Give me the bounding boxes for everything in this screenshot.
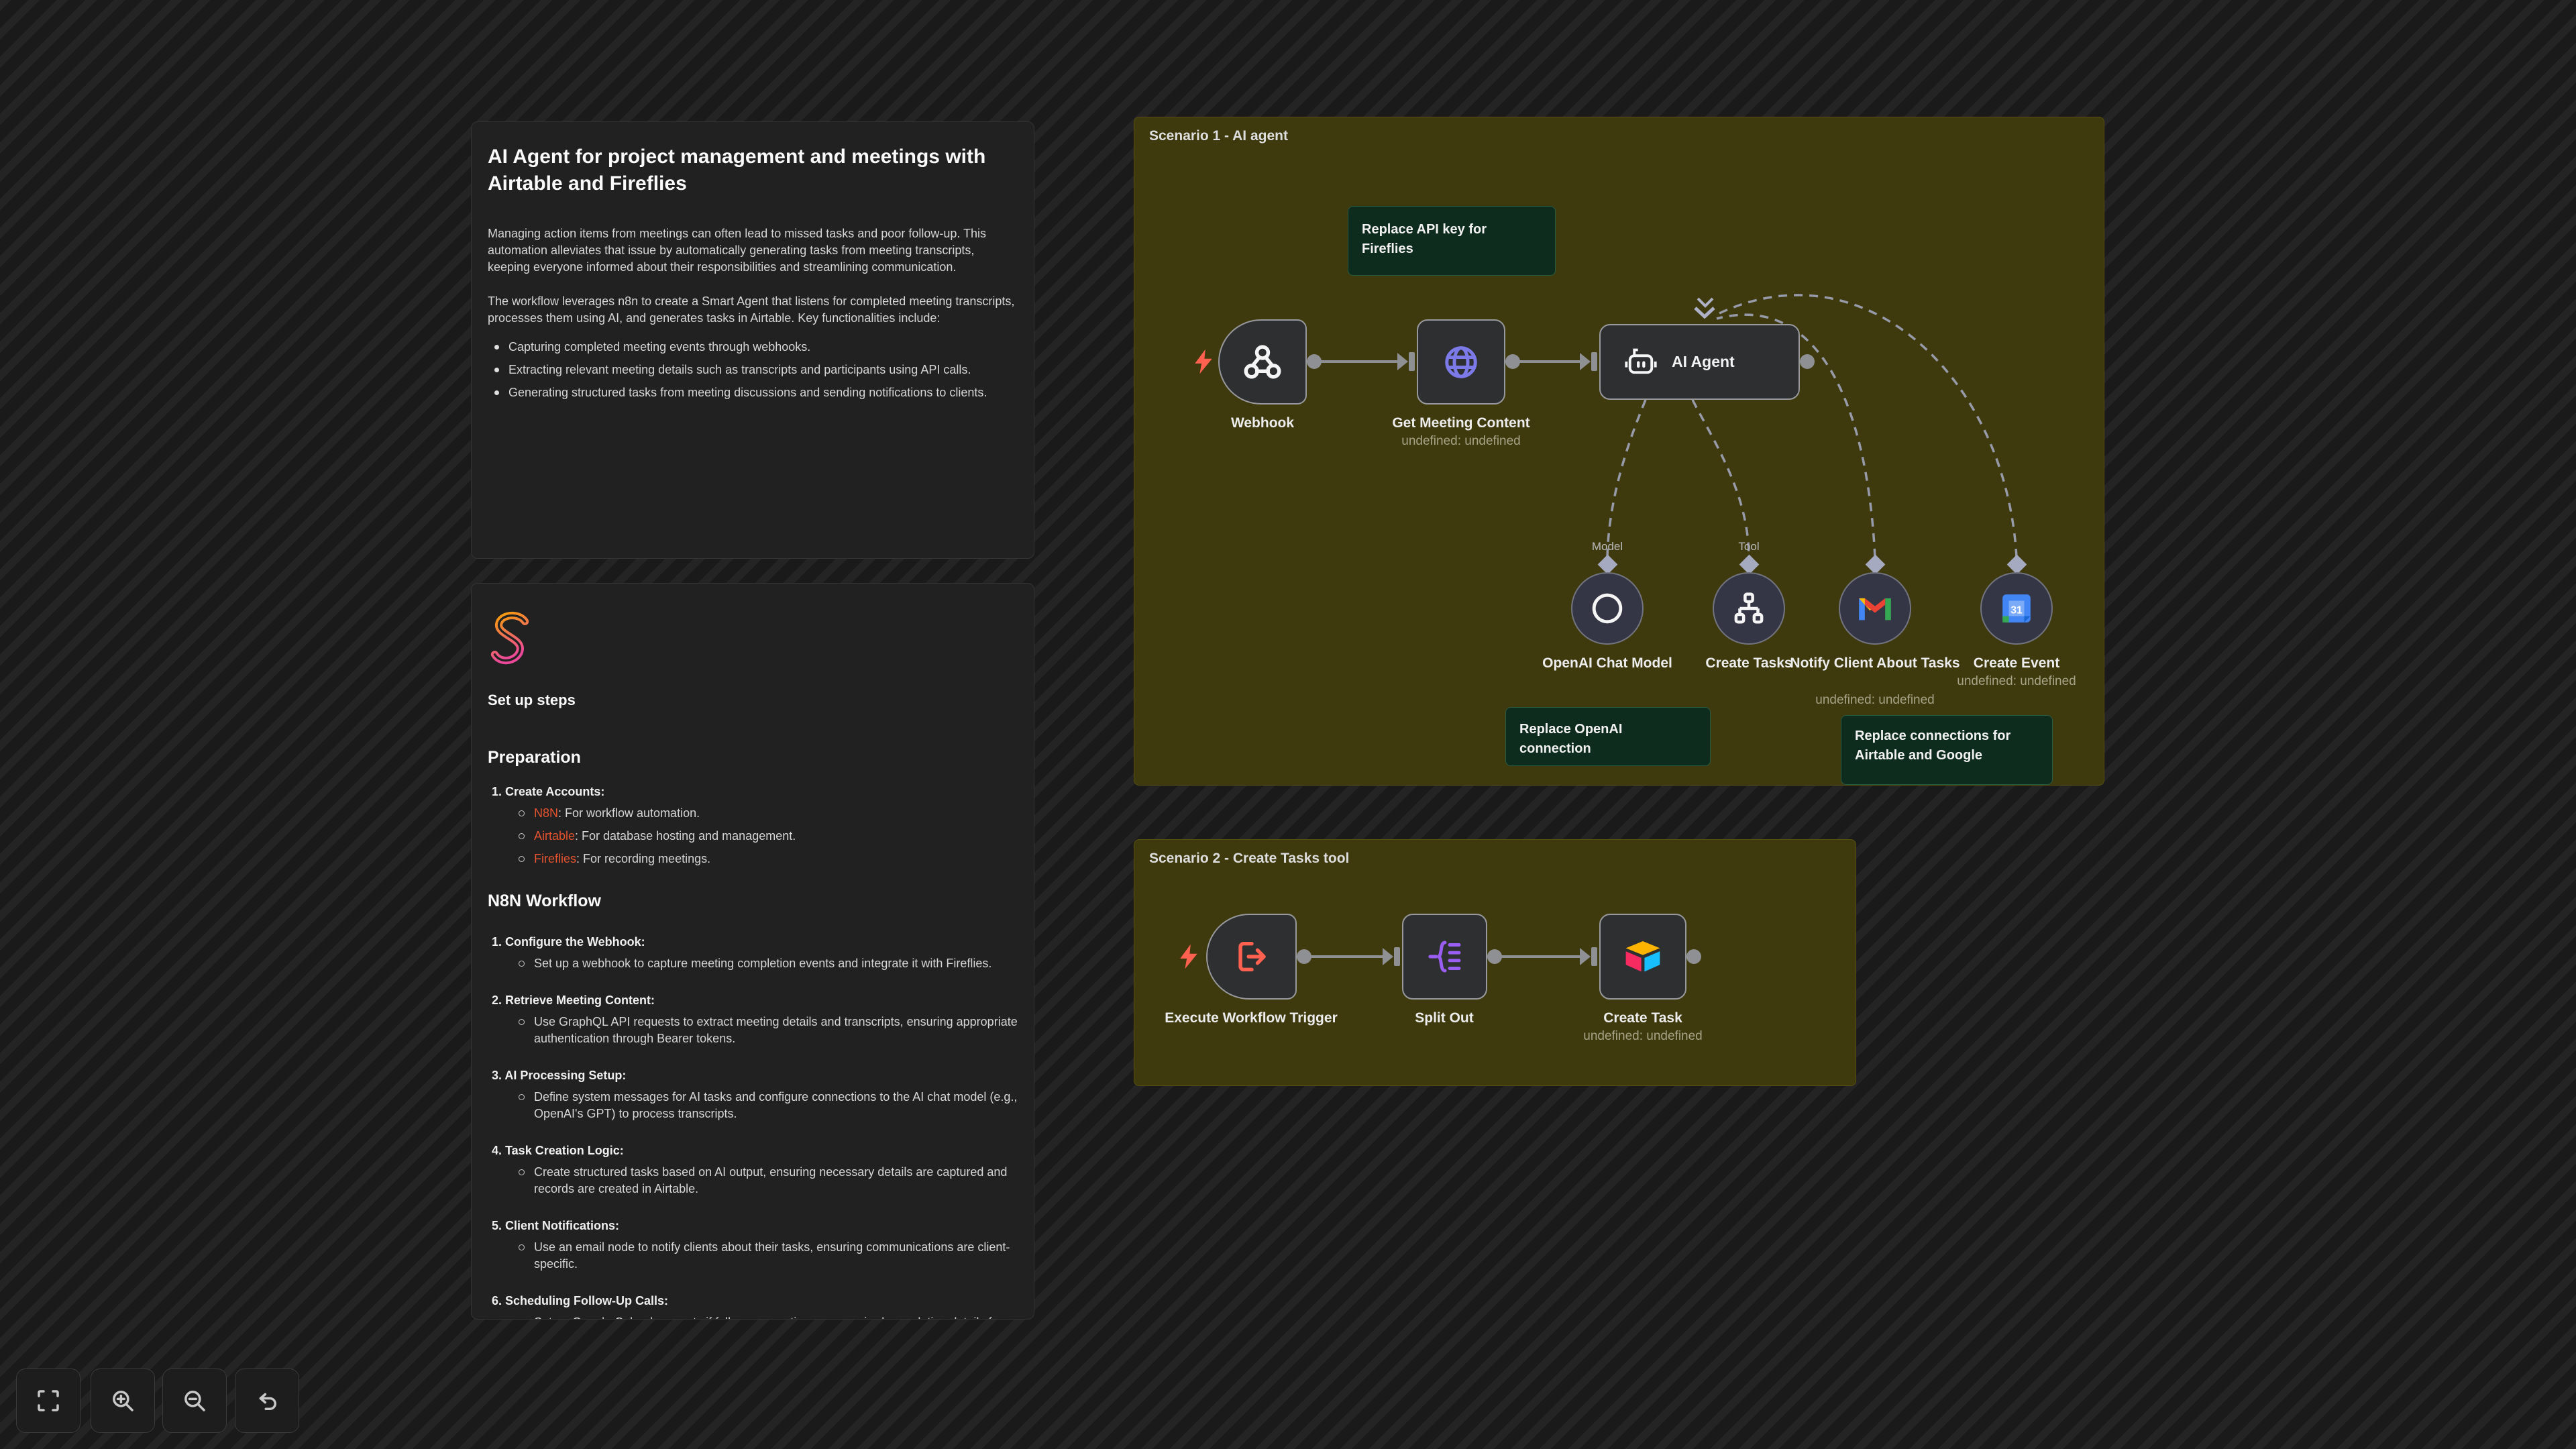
split-out-icon bbox=[1426, 938, 1464, 975]
node-webhook[interactable] bbox=[1218, 319, 1307, 405]
workflow-step: 4. Task Creation Logic: Create structure… bbox=[488, 1142, 1018, 1197]
node-create-event[interactable]: 31 bbox=[1980, 572, 2053, 645]
template-title: AI Agent for project management and meet… bbox=[488, 144, 1018, 197]
zoom-in-icon bbox=[109, 1387, 137, 1415]
description-paragraph-1: Managing action items from meetings can … bbox=[488, 225, 1018, 276]
undo-icon bbox=[253, 1387, 281, 1415]
sitemap-icon bbox=[1731, 590, 1767, 627]
list-item: Generating structured tasks from meeting… bbox=[488, 384, 1018, 401]
trigger-bolt-icon bbox=[1177, 943, 1200, 970]
fireflies-link[interactable]: Fireflies bbox=[534, 852, 576, 865]
scenario1-title: Scenario 1 - AI agent bbox=[1149, 128, 1288, 144]
node-sublabel: undefined: undefined bbox=[1401, 434, 1521, 449]
node-sublabel: undefined: undefined bbox=[1815, 693, 1935, 708]
list-item: Create structured tasks based on AI outp… bbox=[519, 1164, 1018, 1197]
bullet-icon bbox=[494, 368, 499, 372]
globe-icon bbox=[1441, 342, 1481, 382]
sticky-replace-fireflies-key[interactable]: Replace API key for Fireflies bbox=[1348, 206, 1556, 276]
node-label: AI Agent bbox=[1672, 353, 1735, 371]
gmail-icon bbox=[1858, 595, 1892, 622]
node-label: Get Meeting Content bbox=[1392, 414, 1529, 432]
n8n-template-preview-canvas: { "colors":{ "canvas_stripe_light":"#242… bbox=[0, 0, 2576, 1449]
circle-bullet-icon bbox=[519, 1019, 525, 1025]
node-split-out[interactable] bbox=[1402, 914, 1487, 1000]
openai-icon bbox=[1589, 590, 1626, 627]
circle-bullet-icon bbox=[519, 961, 525, 967]
list-item: Use an email node to notify clients abou… bbox=[519, 1239, 1018, 1273]
trigger-bolt-icon bbox=[1192, 348, 1215, 375]
node-sublabel: undefined: undefined bbox=[1583, 1029, 1703, 1044]
node-label: OpenAI Chat Model bbox=[1542, 654, 1672, 672]
fullscreen-icon bbox=[34, 1387, 62, 1415]
bullet-icon bbox=[494, 345, 499, 350]
brand-s-logo-icon bbox=[489, 610, 1018, 669]
description-sticky-note[interactable]: AI Agent for project management and meet… bbox=[471, 121, 1034, 559]
node-label: Split Out bbox=[1415, 1009, 1474, 1027]
svg-text:31: 31 bbox=[2010, 604, 2023, 616]
n8n-link[interactable]: N8N bbox=[534, 806, 558, 820]
node-openai-chat-model[interactable] bbox=[1571, 572, 1644, 645]
list-item: Extracting relevant meeting details such… bbox=[488, 362, 1018, 378]
node-label: Webhook bbox=[1231, 414, 1294, 432]
workflow-step: 6. Scheduling Follow-Up Calls: Set up Go… bbox=[488, 1293, 1018, 1320]
list-item: Airtable: For database hosting and manag… bbox=[519, 828, 1018, 845]
node-create-task[interactable] bbox=[1599, 914, 1686, 1000]
zoom-out-button[interactable] bbox=[162, 1368, 227, 1433]
zoom-out-icon bbox=[180, 1387, 209, 1415]
webhook-icon bbox=[1243, 343, 1282, 382]
node-label: Notify Client About Tasks bbox=[1774, 654, 1976, 672]
workflow-heading: N8N Workflow bbox=[488, 892, 1018, 911]
robot-icon bbox=[1623, 345, 1658, 380]
scenario1-sticky-note[interactable]: Scenario 1 - AI agent Replace API key fo… bbox=[1134, 117, 2104, 786]
bullet-icon bbox=[494, 390, 499, 395]
node-ai-agent[interactable]: AI Agent bbox=[1599, 324, 1800, 400]
sticky-replace-openai-connection[interactable]: Replace OpenAI connection bbox=[1505, 707, 1711, 766]
zoom-in-button[interactable] bbox=[91, 1368, 155, 1433]
setup-steps-sticky-note[interactable]: Set up steps Preparation 1. Create Accou… bbox=[471, 583, 1034, 1320]
scenario2-title: Scenario 2 - Create Tasks tool bbox=[1149, 851, 1349, 867]
node-get-meeting-content[interactable] bbox=[1417, 319, 1505, 405]
feature-bullet-list: Capturing completed meeting events throu… bbox=[488, 339, 1018, 401]
workflow-step: 5. Client Notifications: Use an email no… bbox=[488, 1218, 1018, 1273]
circle-bullet-icon bbox=[519, 1169, 525, 1175]
reset-view-button[interactable] bbox=[235, 1368, 299, 1433]
node-label: Create Event bbox=[1974, 654, 2059, 672]
workflow-step: 3. AI Processing Setup: Define system me… bbox=[488, 1067, 1018, 1122]
node-execute-workflow-trigger[interactable] bbox=[1206, 914, 1297, 1000]
port-label-tool: Tool bbox=[1738, 540, 1759, 553]
node-sublabel: undefined: undefined bbox=[1957, 674, 2076, 689]
execute-workflow-icon bbox=[1232, 937, 1271, 976]
airtable-link[interactable]: Airtable bbox=[534, 829, 575, 843]
google-calendar-icon: 31 bbox=[2000, 592, 2033, 625]
list-item: N8N: For workflow automation. bbox=[519, 805, 1018, 822]
port-label-model: Model bbox=[1592, 540, 1623, 553]
description-paragraph-2: The workflow leverages n8n to create a S… bbox=[488, 293, 1018, 327]
list-item: Fireflies: For recording meetings. bbox=[519, 851, 1018, 867]
circle-bullet-icon bbox=[519, 1244, 525, 1250]
list-item: Capturing completed meeting events throu… bbox=[488, 339, 1018, 356]
list-item: Use GraphQL API requests to extract meet… bbox=[519, 1014, 1018, 1047]
setup-heading: Set up steps bbox=[488, 692, 1018, 709]
circle-bullet-icon bbox=[519, 810, 525, 816]
workflow-step: 1. Configure the Webhook: Set up a webho… bbox=[488, 934, 1018, 972]
list-item: Set up a webhook to capture meeting comp… bbox=[519, 955, 1018, 972]
node-create-tasks-tool[interactable] bbox=[1713, 572, 1785, 645]
circle-bullet-icon bbox=[519, 833, 525, 839]
list-item: Define system messages for AI tasks and … bbox=[519, 1089, 1018, 1122]
fit-view-button[interactable] bbox=[16, 1368, 80, 1433]
circle-bullet-icon bbox=[519, 856, 525, 862]
workflow-step: 2. Retrieve Meeting Content: Use GraphQL… bbox=[488, 992, 1018, 1047]
circle-bullet-icon bbox=[519, 1094, 525, 1100]
preparation-heading: Preparation bbox=[488, 748, 1018, 767]
prep-step: 1. Create Accounts: N8N: For workflow au… bbox=[488, 784, 1018, 867]
scenario2-sticky-note[interactable]: Scenario 2 - Create Tasks tool Execute W… bbox=[1134, 839, 1856, 1086]
list-item: Set up Google Calendar events if follow-… bbox=[519, 1314, 1018, 1320]
sticky-replace-airtable-google[interactable]: Replace connections for Airtable and Goo… bbox=[1841, 715, 2053, 785]
node-label: Create Task bbox=[1603, 1009, 1682, 1027]
node-notify-client[interactable] bbox=[1839, 572, 1911, 645]
node-label: Execute Workflow Trigger bbox=[1161, 1009, 1342, 1027]
airtable-icon bbox=[1623, 939, 1662, 974]
